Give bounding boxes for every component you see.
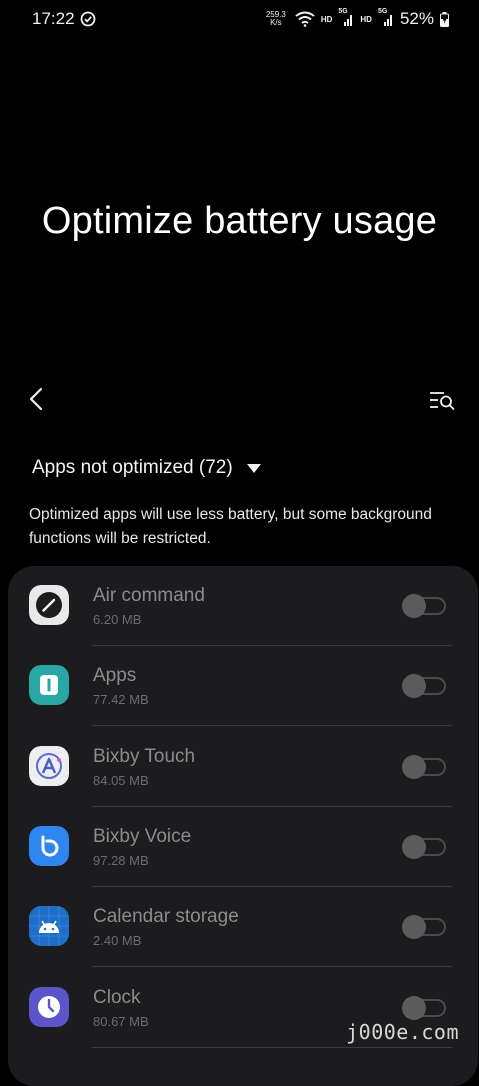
filter-label: Apps not optimized (72)	[32, 457, 233, 478]
app-size: 2.40 MB	[93, 933, 142, 948]
clock-icon	[29, 987, 69, 1027]
air-command-icon	[29, 585, 69, 625]
app-size: 97.28 MB	[93, 853, 149, 868]
toggle-knob	[402, 835, 426, 859]
app-name: Bixby Touch	[93, 746, 196, 767]
app-size: 84.05 MB	[93, 773, 149, 788]
divider	[92, 1047, 452, 1048]
page-title: Optimize battery usage	[41, 200, 438, 242]
divider	[92, 966, 452, 967]
app-name: Air command	[93, 585, 205, 606]
network-speed: 259.3 K/s	[265, 10, 286, 27]
app-name: Bixby Voice	[93, 826, 192, 847]
optimize-toggle[interactable]	[402, 915, 446, 939]
app-name: Calendar storage	[93, 906, 239, 927]
watermark: j000e.com	[346, 1020, 459, 1044]
status-time: 17:22	[32, 9, 75, 28]
optimize-toggle[interactable]	[402, 594, 446, 618]
list-item[interactable]: Calendar storage 2.40 MB	[8, 887, 478, 967]
toggle-knob	[402, 755, 426, 779]
toggle-knob	[402, 915, 426, 939]
app-name: Clock	[93, 987, 141, 1008]
app-size: 80.67 MB	[93, 1014, 149, 1029]
app-name: Apps	[93, 665, 137, 686]
list-item[interactable]: Apps 77.42 MB	[8, 646, 478, 726]
list-item[interactable]: Bixby Voice 97.28 MB	[8, 807, 478, 887]
filter-dropdown[interactable]: Apps not optimized (72)	[32, 457, 261, 479]
back-arrow-icon[interactable]	[22, 384, 52, 414]
hd-label-2: HD	[360, 14, 372, 24]
divider	[92, 725, 452, 726]
search-list-icon[interactable]	[426, 385, 458, 415]
signal-icon-1: 5G	[338, 8, 354, 27]
battery-percent: 52%	[399, 9, 434, 28]
description-text: Optimized apps will use less battery, bu…	[29, 506, 432, 547]
signal-icon-2: 5G	[378, 8, 394, 27]
app-list: Air command 6.20 MB Apps 77.42 MB Bixby …	[8, 566, 478, 1086]
app-size: 77.42 MB	[93, 692, 149, 707]
list-item[interactable]: Air command 6.20 MB	[8, 566, 478, 646]
status-icons: 259.3 K/s HD 5G HD 5G 52%	[263, 8, 449, 29]
bixby-touch-icon	[29, 746, 69, 786]
android-icon	[29, 906, 69, 946]
bixby-voice-icon	[29, 826, 69, 866]
hd-label: HD	[320, 14, 333, 24]
optimize-toggle[interactable]	[402, 835, 446, 859]
check-badge-icon	[80, 11, 96, 27]
app-size: 6.20 MB	[93, 612, 142, 627]
toggle-knob	[402, 996, 426, 1020]
battery-charging-icon	[440, 11, 449, 27]
optimize-toggle[interactable]	[402, 996, 446, 1020]
status-bar: 17:22 259.3 K/s HD 5G HD 5G 52%	[0, 0, 479, 40]
toggle-knob	[402, 594, 426, 618]
list-item[interactable]: Bixby Touch 84.05 MB	[8, 727, 478, 807]
toggle-knob	[402, 674, 426, 698]
optimize-toggle[interactable]	[402, 674, 446, 698]
apps-icon	[29, 665, 69, 705]
wifi-icon	[295, 11, 315, 27]
caret-down-icon	[246, 463, 261, 473]
optimize-toggle[interactable]	[402, 755, 446, 779]
